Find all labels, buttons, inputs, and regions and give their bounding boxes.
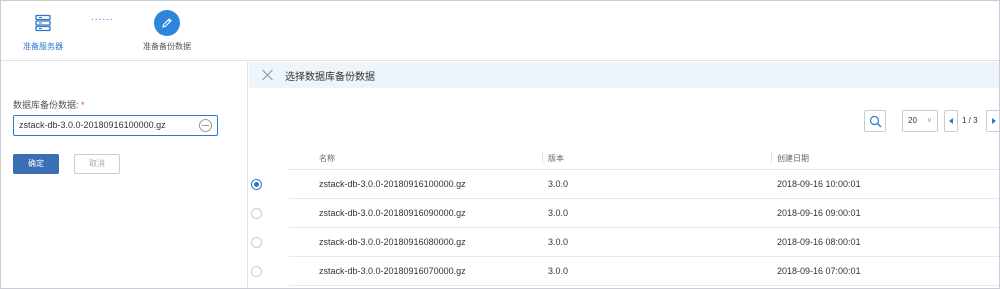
clear-icon[interactable] [199, 119, 212, 132]
cell-name: zstack-db-3.0.0-20180916090000.gz [319, 208, 466, 218]
table-row[interactable]: zstack-db-3.0.0-20180916090000.gz 3.0.0 … [251, 199, 999, 228]
column-header-created[interactable]: 创建日期 [777, 153, 809, 164]
required-mark: * [81, 100, 85, 110]
next-page-button[interactable] [986, 110, 999, 132]
cell-created: 2018-09-16 08:00:01 [777, 237, 861, 247]
row-radio[interactable] [251, 266, 262, 277]
table-row[interactable]: zstack-db-3.0.0-20180916070000.gz 3.0.0 … [251, 257, 999, 286]
step-prepare-server[interactable]: 准备服务器 [3, 10, 83, 52]
confirm-button[interactable]: 确定 [13, 154, 59, 174]
table-row[interactable]: zstack-db-3.0.0-20180916080000.gz 3.0.0 … [251, 228, 999, 257]
cell-version: 3.0.0 [548, 266, 569, 276]
cancel-button[interactable]: 取消 [74, 154, 120, 174]
page-size-value: 20 [908, 116, 917, 125]
window: 准备服务器 ...... 准备备份数据 数据库备份数据: * zstack-db… [0, 0, 1000, 289]
backup-file-value: zstack-db-3.0.0-20180916100000.gz [19, 120, 166, 130]
column-divider [771, 152, 772, 163]
cell-name: zstack-db-3.0.0-20180916080000.gz [319, 237, 466, 247]
search-icon [869, 115, 882, 128]
cell-name: zstack-db-3.0.0-20180916070000.gz [319, 266, 466, 276]
backup-select-panel: 选择数据库备份数据 20 ∨ 1 / 3 名称 版本 创建日期 zstack-d… [249, 62, 999, 288]
cell-created: 2018-09-16 10:00:01 [777, 179, 861, 189]
cell-version: 3.0.0 [548, 237, 569, 247]
field-label: 数据库备份数据: * [13, 98, 85, 111]
row-radio[interactable] [251, 208, 262, 219]
page-size-select[interactable]: 20 ∨ [902, 110, 938, 132]
cell-created: 2018-09-16 07:00:01 [777, 266, 861, 276]
step-prepare-backup[interactable]: 准备备份数据 [127, 10, 207, 52]
search-button[interactable] [864, 110, 886, 132]
step-label: 准备备份数据 [143, 42, 191, 51]
server-icon [30, 10, 56, 36]
backup-file-input[interactable]: zstack-db-3.0.0-20180916100000.gz [13, 115, 218, 136]
field-label-text: 数据库备份数据: [13, 100, 79, 110]
pencil-icon [154, 10, 180, 36]
row-radio[interactable] [251, 179, 262, 190]
table-header: 名称 版本 创建日期 [289, 146, 999, 170]
steps-bar: 准备服务器 ...... 准备备份数据 [1, 1, 999, 61]
cell-name: zstack-db-3.0.0-20180916100000.gz [319, 179, 466, 189]
close-icon[interactable] [261, 68, 275, 82]
column-header-name[interactable]: 名称 [319, 153, 335, 164]
cell-created: 2018-09-16 09:00:01 [777, 208, 861, 218]
panel-header: 选择数据库备份数据 [249, 62, 999, 88]
table-row[interactable]: zstack-db-3.0.0-20180916100000.gz 3.0.0 … [251, 170, 999, 199]
row-radio[interactable] [251, 237, 262, 248]
column-divider [542, 152, 543, 163]
prev-page-button[interactable] [944, 110, 958, 132]
backup-form: 数据库备份数据: * zstack-db-3.0.0-2018091610000… [1, 62, 248, 288]
step-connector: ...... [91, 12, 114, 23]
cell-version: 3.0.0 [548, 179, 569, 189]
step-label: 准备服务器 [23, 42, 63, 51]
panel-title: 选择数据库备份数据 [285, 72, 375, 83]
page-indicator: 1 / 3 [962, 116, 978, 125]
chevron-down-icon: ∨ [926, 117, 932, 124]
column-header-version[interactable]: 版本 [548, 153, 564, 164]
cell-version: 3.0.0 [548, 208, 569, 218]
backup-table: 名称 版本 创建日期 zstack-db-3.0.0-2018091610000… [251, 146, 999, 286]
